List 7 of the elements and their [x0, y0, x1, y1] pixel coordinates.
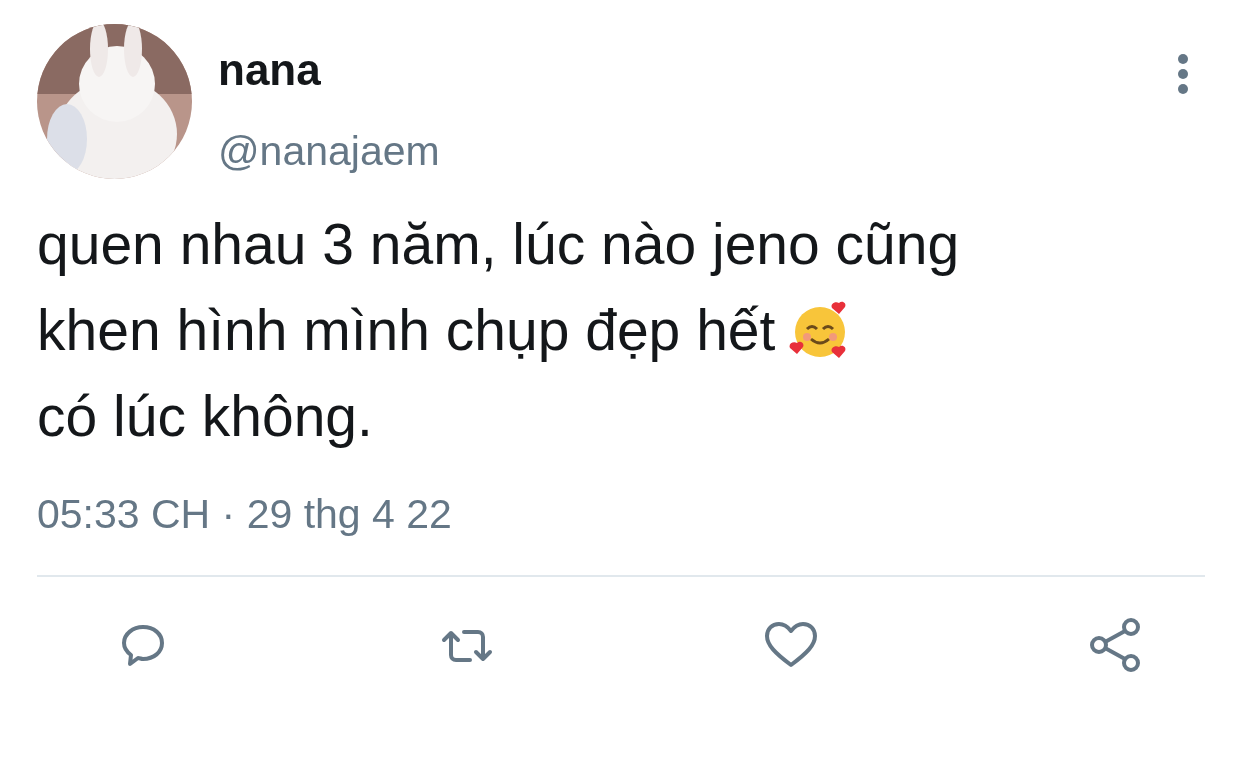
tweet-text: quen nhau 3 năm, lúc nào jeno cũng: [37, 211, 960, 278]
more-options-icon[interactable]: [1177, 54, 1189, 94]
user-handle: @nanajaem: [218, 127, 441, 176]
tweet-text: khen hình mình chụp đẹp hết: [37, 297, 776, 364]
timestamp: 05:33 CH · 29 thg 4 22: [37, 489, 1205, 577]
user-name: nana: [218, 44, 322, 96]
tweet-text: có lúc không.: [37, 383, 373, 450]
